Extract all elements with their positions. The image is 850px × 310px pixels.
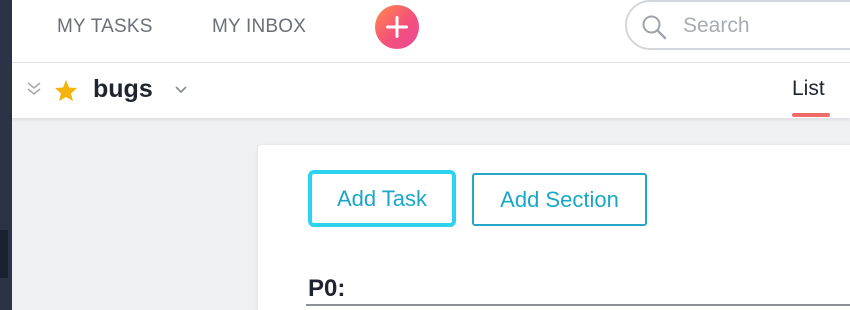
- search-input[interactable]: [681, 12, 850, 40]
- plus-icon: [386, 16, 408, 38]
- project-header: bugs List: [12, 63, 850, 118]
- search-field[interactable]: [625, 0, 850, 50]
- list-view-card: Add Task Add Section P0:: [258, 145, 850, 310]
- active-tab-indicator: [792, 113, 830, 117]
- search-icon: [642, 15, 667, 40]
- nav-my-tasks[interactable]: MY TASKS: [57, 16, 153, 38]
- star-icon[interactable]: [54, 79, 78, 102]
- app-window: MY TASKS MY INBOX bugs List: [0, 0, 850, 310]
- sidebar-scroll-handle[interactable]: [0, 230, 8, 278]
- section-divider: [306, 304, 850, 306]
- nav-my-inbox[interactable]: MY INBOX: [212, 16, 306, 38]
- add-section-button[interactable]: Add Section: [472, 173, 647, 226]
- chevron-down-icon[interactable]: [174, 85, 188, 95]
- add-task-button[interactable]: Add Task: [308, 170, 456, 227]
- quick-add-button[interactable]: [375, 5, 419, 49]
- sidebar-edge: [0, 0, 12, 310]
- section-header[interactable]: P0:: [308, 275, 345, 303]
- project-title: bugs: [93, 75, 153, 103]
- top-bar: MY TASKS MY INBOX: [12, 0, 850, 63]
- double-chevron-down-icon[interactable]: [26, 80, 42, 96]
- tab-list[interactable]: List: [792, 77, 825, 101]
